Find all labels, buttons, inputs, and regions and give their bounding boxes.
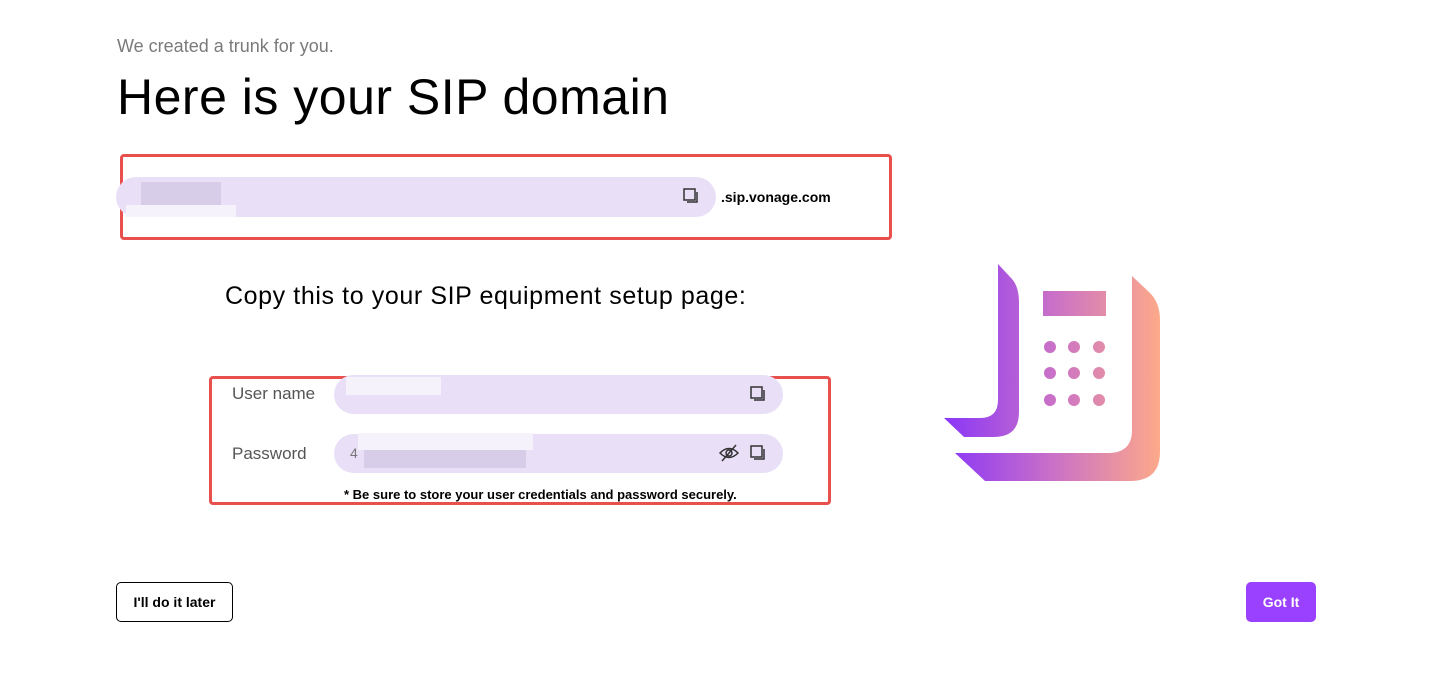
copy-icon[interactable] [750,445,766,461]
eye-off-icon[interactable] [718,444,740,462]
phone-back-shape [944,264,1019,437]
copy-icon[interactable] [683,188,699,204]
username-field[interactable] [334,375,783,414]
setup-heading: Copy this to your SIP equipment setup pa… [225,282,747,310]
page-title: Here is your SIP domain [117,69,670,125]
password-label: Password [232,444,307,463]
got-it-button[interactable]: Got It [1246,582,1316,622]
subtitle: We created a trunk for you. [117,36,334,56]
phone-screen [1043,291,1106,316]
domain-suffix: .sip.vonage.com [721,189,831,205]
keypad [1044,341,1105,406]
copy-icon[interactable] [750,386,766,402]
redacted-value [126,205,236,217]
username-label: User name [232,384,316,403]
redacted-value [358,433,533,450]
password-field[interactable]: 4 [334,433,783,473]
phone-front-shape [955,276,1160,481]
redacted-value [346,377,441,395]
redacted-value [364,450,526,468]
security-note: * Be sure to store your user credentials… [344,487,737,502]
redacted-value [141,182,221,205]
password-value: 4 [350,445,358,461]
sip-domain-field[interactable] [116,177,716,217]
do-it-later-button[interactable]: I'll do it later [116,582,233,622]
